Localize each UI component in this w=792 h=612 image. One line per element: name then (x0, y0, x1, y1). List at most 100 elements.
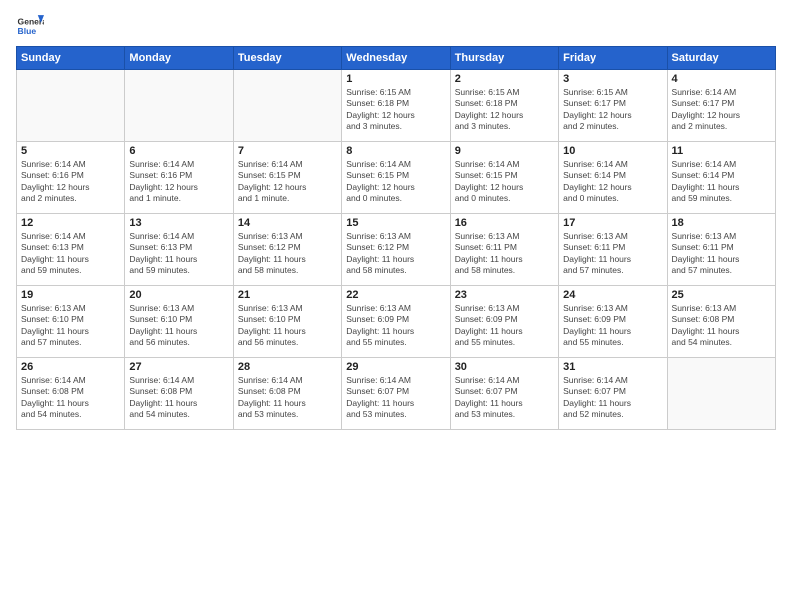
day-number: 25 (672, 289, 771, 301)
day-number: 28 (238, 361, 337, 373)
day-number: 27 (129, 361, 228, 373)
calendar-cell: 15Sunrise: 6:13 AM Sunset: 6:12 PM Dayli… (342, 214, 450, 286)
calendar-cell: 18 Sunrise: 6:13 AM Sunset: 6:11 PM Dayli… (667, 214, 775, 286)
calendar-cell (667, 358, 775, 430)
calendar-cell: 1Sunrise: 6:15 AM Sunset: 6:18 PM Daylig… (342, 70, 450, 142)
calendar-cell: 6 Sunrise: 6:14 AM Sunset: 6:16 PM Daylig… (125, 142, 233, 214)
calendar-cell: 14Sunrise: 6:13 AM Sunset: 6:12 PM Dayli… (233, 214, 341, 286)
calendar-cell: 20 Sunrise: 6:13 AM Sunset: 6:10 PM Dayli… (125, 286, 233, 358)
calendar-cell: 22 Sunrise: 6:13 AM Sunset: 6:09 PM Dayli… (342, 286, 450, 358)
logo: General Blue (16, 12, 48, 40)
day-info: Sunrise: 6:15 AM Sunset: 6:17 PM Dayligh… (563, 87, 662, 133)
day-number: 24 (563, 289, 662, 301)
day-info: Sunrise: 6:13 AM Sunset: 6:11 PM Dayligh… (672, 231, 771, 277)
day-info: Sunrise: 6:13 AM Sunset: 6:11 PM Dayligh… (563, 231, 662, 277)
day-number: 4 (672, 73, 771, 85)
day-number: 10 (563, 145, 662, 157)
day-info: Sunrise: 6:13 AM Sunset: 6:10 PM Dayligh… (21, 303, 120, 349)
day-info: Sunrise: 6:14 AM Sunset: 6:15 PM Dayligh… (346, 159, 445, 205)
header-row: SundayMondayTuesdayWednesdayThursdayFrid… (17, 47, 776, 70)
day-number: 2 (455, 73, 554, 85)
logo-icon: General Blue (16, 12, 44, 40)
day-info: Sunrise: 6:14 AM Sunset: 6:17 PM Dayligh… (672, 87, 771, 133)
calendar-row: 5 Sunrise: 6:14 AM Sunset: 6:16 PM Daylig… (17, 142, 776, 214)
day-info: Sunrise: 6:13 AM Sunset: 6:10 PM Dayligh… (129, 303, 228, 349)
day-number: 12 (21, 217, 120, 229)
day-info: Sunrise: 6:14 AM Sunset: 6:13 PM Dayligh… (21, 231, 120, 277)
calendar-cell: 16Sunrise: 6:13 AM Sunset: 6:11 PM Dayli… (450, 214, 558, 286)
col-header-thursday: Thursday (450, 47, 558, 70)
calendar-cell: 30 Sunrise: 6:14 AM Sunset: 6:07 PM Dayli… (450, 358, 558, 430)
col-header-tuesday: Tuesday (233, 47, 341, 70)
calendar-cell: 11Sunrise: 6:14 AM Sunset: 6:14 PM Dayli… (667, 142, 775, 214)
day-info: Sunrise: 6:14 AM Sunset: 6:07 PM Dayligh… (455, 375, 554, 421)
calendar-body: 1Sunrise: 6:15 AM Sunset: 6:18 PM Daylig… (17, 70, 776, 430)
day-info: Sunrise: 6:14 AM Sunset: 6:07 PM Dayligh… (563, 375, 662, 421)
calendar-cell (125, 70, 233, 142)
calendar-cell: 3 Sunrise: 6:15 AM Sunset: 6:17 PM Daylig… (559, 70, 667, 142)
day-number: 20 (129, 289, 228, 301)
day-number: 21 (238, 289, 337, 301)
calendar-table: SundayMondayTuesdayWednesdayThursdayFrid… (16, 46, 776, 430)
day-number: 23 (455, 289, 554, 301)
page: General Blue SundayMondayTuesdayWednesda… (0, 0, 792, 612)
day-number: 8 (346, 145, 445, 157)
calendar-cell: 17 Sunrise: 6:13 AM Sunset: 6:11 PM Dayli… (559, 214, 667, 286)
calendar-cell: 26 Sunrise: 6:14 AM Sunset: 6:08 PM Dayli… (17, 358, 125, 430)
day-info: Sunrise: 6:14 AM Sunset: 6:07 PM Dayligh… (346, 375, 445, 421)
day-info: Sunrise: 6:13 AM Sunset: 6:09 PM Dayligh… (563, 303, 662, 349)
day-info: Sunrise: 6:13 AM Sunset: 6:11 PM Dayligh… (455, 231, 554, 277)
day-info: Sunrise: 6:13 AM Sunset: 6:08 PM Dayligh… (672, 303, 771, 349)
day-number: 22 (346, 289, 445, 301)
calendar-cell: 28 Sunrise: 6:14 AM Sunset: 6:08 PM Dayli… (233, 358, 341, 430)
calendar-cell: 29 Sunrise: 6:14 AM Sunset: 6:07 PM Dayli… (342, 358, 450, 430)
calendar-cell: 23 Sunrise: 6:13 AM Sunset: 6:09 PM Dayli… (450, 286, 558, 358)
calendar-cell: 9 Sunrise: 6:14 AM Sunset: 6:15 PM Daylig… (450, 142, 558, 214)
day-number: 30 (455, 361, 554, 373)
day-info: Sunrise: 6:14 AM Sunset: 6:08 PM Dayligh… (21, 375, 120, 421)
day-info: Sunrise: 6:14 AM Sunset: 6:15 PM Dayligh… (238, 159, 337, 205)
day-info: Sunrise: 6:13 AM Sunset: 6:12 PM Dayligh… (238, 231, 337, 277)
day-info: Sunrise: 6:14 AM Sunset: 6:08 PM Dayligh… (129, 375, 228, 421)
day-info: Sunrise: 6:13 AM Sunset: 6:09 PM Dayligh… (455, 303, 554, 349)
day-number: 5 (21, 145, 120, 157)
day-info: Sunrise: 6:14 AM Sunset: 6:13 PM Dayligh… (129, 231, 228, 277)
day-info: Sunrise: 6:14 AM Sunset: 6:16 PM Dayligh… (129, 159, 228, 205)
day-info: Sunrise: 6:13 AM Sunset: 6:09 PM Dayligh… (346, 303, 445, 349)
day-number: 7 (238, 145, 337, 157)
day-info: Sunrise: 6:14 AM Sunset: 6:16 PM Dayligh… (21, 159, 120, 205)
day-number: 3 (563, 73, 662, 85)
calendar-cell: 12 Sunrise: 6:14 AM Sunset: 6:13 PM Dayli… (17, 214, 125, 286)
header: General Blue (16, 12, 776, 40)
day-number: 6 (129, 145, 228, 157)
day-number: 19 (21, 289, 120, 301)
day-number: 1 (346, 73, 445, 85)
day-info: Sunrise: 6:14 AM Sunset: 6:14 PM Dayligh… (563, 159, 662, 205)
calendar-cell: 10 Sunrise: 6:14 AM Sunset: 6:14 PM Dayli… (559, 142, 667, 214)
day-info: Sunrise: 6:14 AM Sunset: 6:15 PM Dayligh… (455, 159, 554, 205)
calendar-header: SundayMondayTuesdayWednesdayThursdayFrid… (17, 47, 776, 70)
day-number: 18 (672, 217, 771, 229)
day-number: 13 (129, 217, 228, 229)
calendar-row: 19 Sunrise: 6:13 AM Sunset: 6:10 PM Dayli… (17, 286, 776, 358)
calendar-cell: 7 Sunrise: 6:14 AM Sunset: 6:15 PM Daylig… (233, 142, 341, 214)
day-number: 17 (563, 217, 662, 229)
day-info: Sunrise: 6:14 AM Sunset: 6:08 PM Dayligh… (238, 375, 337, 421)
calendar-row: 26 Sunrise: 6:14 AM Sunset: 6:08 PM Dayli… (17, 358, 776, 430)
calendar-cell: 4 Sunrise: 6:14 AM Sunset: 6:17 PM Daylig… (667, 70, 775, 142)
calendar-cell (233, 70, 341, 142)
day-number: 26 (21, 361, 120, 373)
calendar-cell: 5 Sunrise: 6:14 AM Sunset: 6:16 PM Daylig… (17, 142, 125, 214)
day-number: 9 (455, 145, 554, 157)
calendar-cell: 27 Sunrise: 6:14 AM Sunset: 6:08 PM Dayli… (125, 358, 233, 430)
calendar-cell: 21Sunrise: 6:13 AM Sunset: 6:10 PM Dayli… (233, 286, 341, 358)
col-header-wednesday: Wednesday (342, 47, 450, 70)
day-number: 15 (346, 217, 445, 229)
calendar-cell: 25 Sunrise: 6:13 AM Sunset: 6:08 PM Dayli… (667, 286, 775, 358)
svg-text:Blue: Blue (18, 26, 37, 36)
calendar-cell: 31Sunrise: 6:14 AM Sunset: 6:07 PM Dayli… (559, 358, 667, 430)
day-number: 29 (346, 361, 445, 373)
calendar-row: 1Sunrise: 6:15 AM Sunset: 6:18 PM Daylig… (17, 70, 776, 142)
day-number: 11 (672, 145, 771, 157)
calendar-cell: 24 Sunrise: 6:13 AM Sunset: 6:09 PM Dayli… (559, 286, 667, 358)
